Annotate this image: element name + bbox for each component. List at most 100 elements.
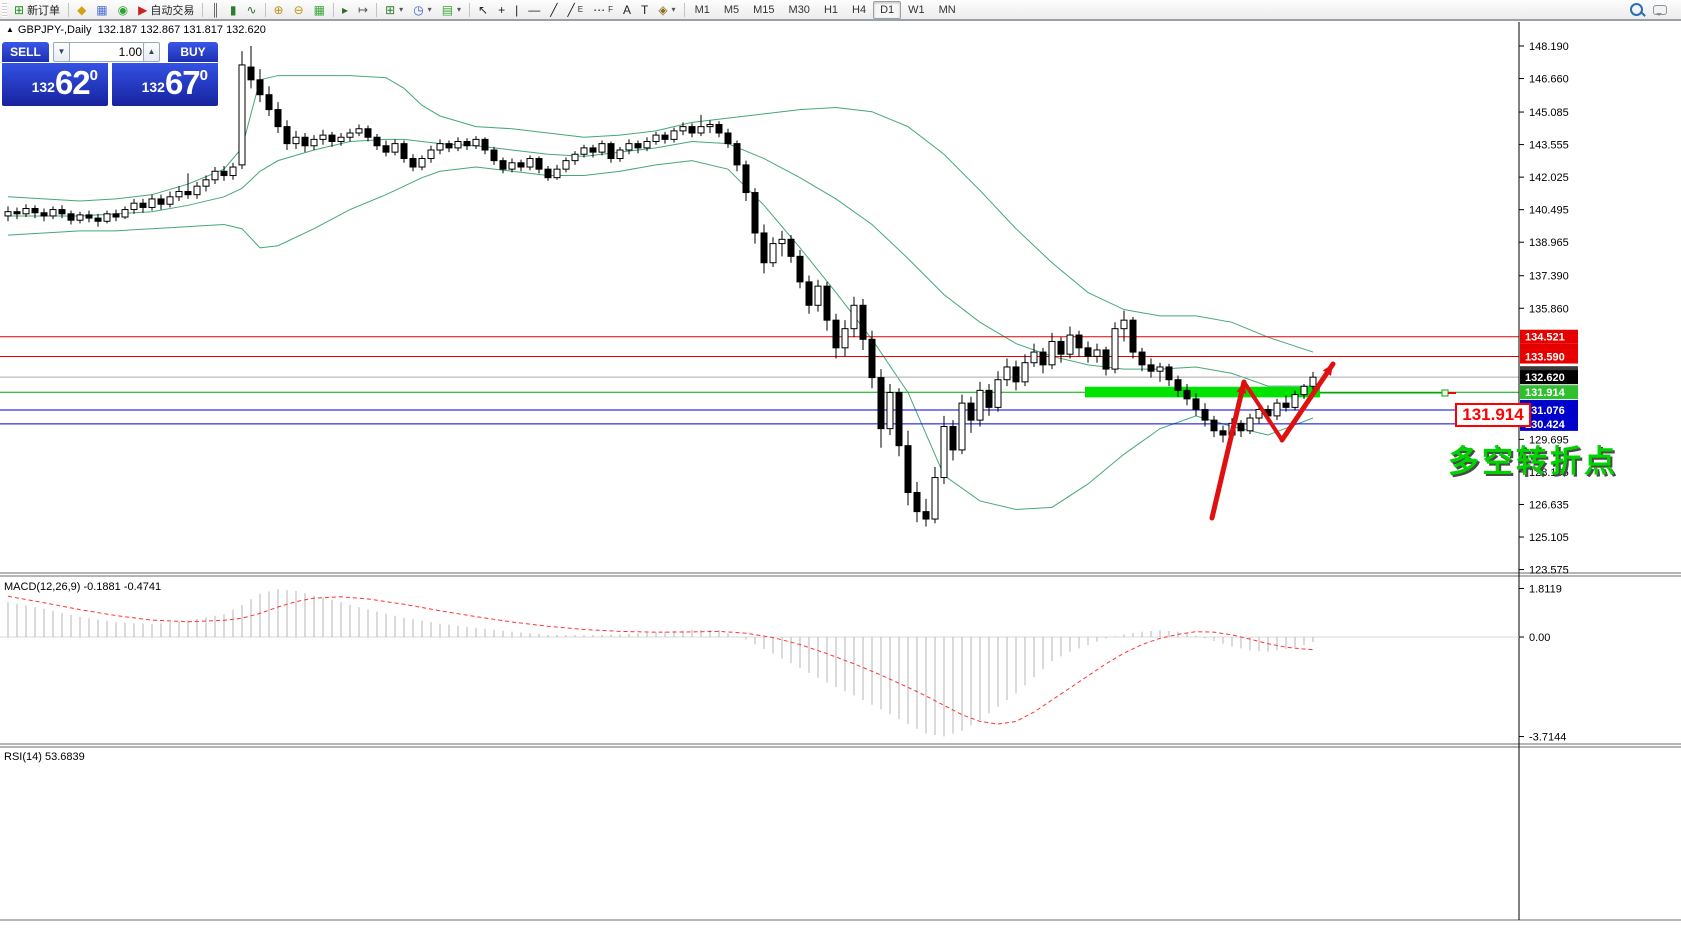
price-axis-label: 148.190 (1529, 41, 1569, 53)
autotrading-button[interactable]: ▶自动交易 (133, 0, 199, 19)
price-axis-label: 138.965 (1529, 237, 1569, 249)
ohlc-values: 132.187 132.867 131.817 132.620 (98, 24, 266, 36)
buy-price-pips: 67 (165, 64, 200, 101)
chart-window[interactable]: 148.190146.660145.085143.555142.025140.4… (0, 20, 1681, 944)
timeframe-button-w1[interactable]: W1 (901, 1, 932, 19)
collapse-triangle-icon[interactable]: ▲ (6, 25, 14, 34)
chart-title: ▲GBPJPY-,Daily 132.187 132.867 131.817 1… (6, 24, 266, 36)
price-axis-label: 140.495 (1529, 205, 1569, 217)
price-chart-canvas[interactable]: 148.190146.660145.085143.555142.025140.4… (0, 20, 1681, 944)
buy-button[interactable]: BUY (168, 42, 218, 62)
sell-price-main: 132 (32, 79, 55, 95)
zoom-out-icon[interactable]: ⊖ (289, 0, 309, 19)
metaeditor-icon: ◆ (77, 4, 86, 16)
main-toolbar: ⊞新订单◆▦◉▶自动交易║▮∿⊕⊖▦▸↦⊞▾◷▾▤▾↖+|—╱╱E⋯FAT◈▾M… (0, 0, 1681, 20)
arrows-icon: ◈ (658, 4, 667, 16)
sell-button[interactable]: SELL (2, 42, 49, 62)
bollinger-band-line (8, 76, 1313, 353)
bar-chart-icon[interactable]: ║ (206, 0, 225, 19)
sell-price-pips: 62 (55, 64, 90, 101)
fibonacci-icon[interactable]: ⋯F (588, 0, 618, 19)
timeframe-button-m15[interactable]: M15 (746, 1, 781, 19)
chat-icon[interactable] (1653, 5, 1667, 15)
timeframe-button-m30[interactable]: M30 (782, 1, 817, 19)
new-order-button-label: 新订单 (27, 2, 60, 18)
cursor-icon[interactable]: ↖ (473, 0, 493, 19)
fibonacci-icon-sub: F (608, 5, 613, 14)
templates-icon: ▤ (442, 4, 453, 16)
callout-anchor-marker[interactable] (1442, 390, 1448, 396)
price-badge-label: 130.424 (1525, 419, 1566, 431)
price-badge-label: 131.914 (1525, 387, 1566, 399)
fibonacci-icon: ⋯ (593, 4, 605, 16)
equidistant-channel-icon-sub: E (578, 5, 583, 14)
macd-axis-label: -3.7144 (1529, 732, 1566, 744)
candlestick-chart-icon: ▮ (230, 4, 237, 16)
arrows-icon[interactable]: ◈▾ (653, 0, 680, 19)
mt4-terminal: ⊞新订单◆▦◉▶自动交易║▮∿⊕⊖▦▸↦⊞▾◷▾▤▾↖+|—╱╱E⋯FAT◈▾M… (0, 0, 1681, 944)
sell-price-button[interactable]: 132620 (2, 63, 108, 106)
zoom-in-icon[interactable]: ⊕ (269, 0, 289, 19)
price-badge-label: 132.620 (1525, 372, 1565, 384)
horizontal-line-icon[interactable]: — (523, 0, 545, 19)
equidistant-channel-icon[interactable]: ╱E (562, 0, 588, 19)
chart-shift-icon: ↦ (358, 4, 368, 16)
period-selector-icon[interactable]: ◷▾ (408, 0, 437, 19)
text-icon[interactable]: A (618, 0, 636, 19)
candlestick-chart-icon[interactable]: ▮ (225, 0, 242, 19)
line-chart-icon[interactable]: ∿ (241, 0, 261, 19)
timeframe-button-m5[interactable]: M5 (717, 1, 746, 19)
support-zone-rectangle[interactable] (1085, 387, 1320, 398)
line-chart-icon: ∿ (246, 4, 256, 16)
trendline-icon[interactable]: ╱ (545, 0, 562, 19)
price-axis-label: 123.575 (1529, 565, 1569, 577)
text-label-icon: T (641, 4, 648, 16)
volume-input[interactable]: 1.00 (69, 42, 147, 62)
trend-arrow-segment[interactable] (1212, 382, 1244, 518)
toolbar-separator (333, 3, 334, 17)
new-chart-icon[interactable]: ⊞▾ (380, 0, 408, 19)
signals-icon[interactable]: ◉ (113, 0, 133, 19)
zoom-in-icon: ⊕ (274, 4, 284, 16)
macd-axis-label: 0.00 (1529, 632, 1550, 644)
timeframe-button-h4[interactable]: H4 (845, 1, 873, 19)
timeframe-button-mn[interactable]: MN (932, 1, 963, 19)
price-axis-label: 143.555 (1529, 140, 1569, 152)
price-badge-label: 133.590 (1525, 352, 1565, 364)
auto-scroll-icon[interactable]: ▸ (337, 0, 353, 19)
templates-icon[interactable]: ▤▾ (437, 0, 466, 19)
crosshair-icon: + (498, 4, 505, 16)
tile-windows-icon[interactable]: ▦ (309, 0, 330, 19)
new-order-icon: ⊞ (14, 4, 24, 16)
turning-point-annotation[interactable]: 多空转折点 (1448, 436, 1618, 481)
autotrading-button-label: 自动交易 (150, 2, 194, 18)
vertical-line-icon[interactable]: | (510, 0, 523, 19)
toolbar-separator (68, 3, 69, 17)
price-axis-label: 135.860 (1529, 303, 1569, 315)
crosshair-icon[interactable]: + (493, 0, 510, 19)
timeframe-button-d1[interactable]: D1 (873, 1, 901, 19)
chevron-down-icon: ▾ (399, 5, 403, 14)
sell-price-pipette: 0 (90, 67, 98, 84)
one-click-trading-panel: SELL ▼ 1.00 ▲ BUY 132620 132670 (2, 42, 218, 106)
timeframe-button-h1[interactable]: H1 (817, 1, 845, 19)
market-watch-icon[interactable]: ▦ (91, 0, 112, 19)
text-label-icon[interactable]: T (636, 0, 653, 19)
macd-indicator-label: MACD(12,26,9) -0.1881 -0.4741 (4, 581, 161, 593)
volume-decrease-button[interactable]: ▼ (53, 42, 70, 62)
buy-price-main: 132 (142, 79, 165, 95)
trend-arrow-segment[interactable] (1282, 364, 1333, 440)
new-chart-icon: ⊞ (385, 4, 395, 16)
volume-increase-button[interactable]: ▲ (143, 42, 160, 62)
buy-price-button[interactable]: 132670 (112, 63, 218, 106)
rsi-indicator-label: RSI(14) 53.6839 (4, 751, 85, 763)
text-icon: A (623, 4, 631, 16)
price-callout-label[interactable]: 131.914 (1455, 403, 1531, 427)
new-order-button[interactable]: ⊞新订单 (9, 0, 65, 19)
price-axis-label: 142.025 (1529, 172, 1569, 184)
metaeditor-icon[interactable]: ◆ (72, 0, 91, 19)
timeframe-button-m1[interactable]: M1 (688, 1, 717, 19)
chart-shift-icon[interactable]: ↦ (353, 0, 373, 19)
search-icon[interactable] (1630, 3, 1643, 16)
market-watch-icon: ▦ (96, 4, 107, 16)
